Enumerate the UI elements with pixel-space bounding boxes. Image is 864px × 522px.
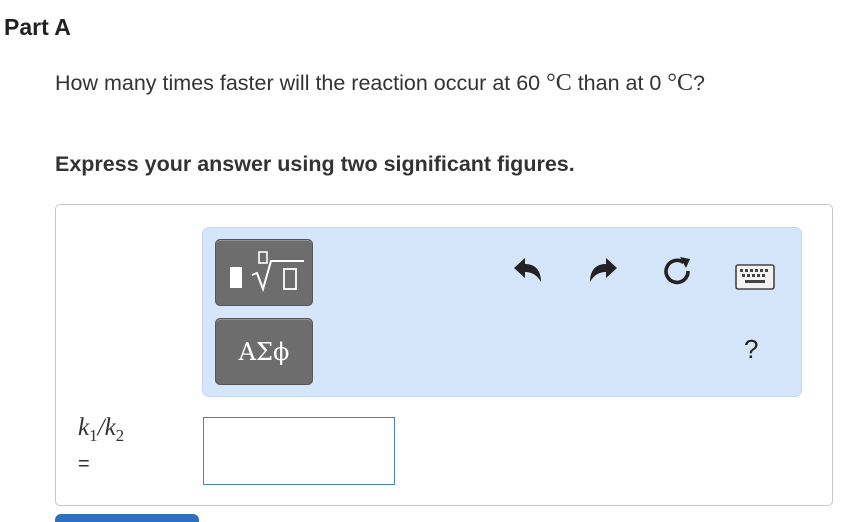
degree-celsius-2: °C — [667, 70, 693, 96]
keyboard-icon — [735, 264, 775, 290]
undo-button[interactable] — [512, 255, 544, 287]
undo-icon — [514, 258, 541, 282]
templates-icon — [230, 251, 304, 293]
redo-icon — [590, 258, 617, 282]
answer-input[interactable] — [203, 417, 395, 485]
question-text: How many times faster will the reaction … — [55, 68, 815, 98]
k1-subscript: 1 — [89, 426, 98, 445]
equals-sign: = — [78, 453, 90, 475]
help-button[interactable]: ? — [744, 334, 758, 365]
reset-icon — [664, 257, 690, 285]
question-text-end: ? — [692, 71, 705, 95]
k1-label: k — [78, 414, 90, 441]
question-text-start: How many times faster will the reaction … — [55, 71, 547, 95]
k2-label: k — [104, 414, 116, 441]
redo-button[interactable] — [587, 255, 619, 287]
question-text-middle: than at 0 — [571, 71, 668, 95]
slash-label: / — [97, 414, 105, 441]
keyboard-button[interactable] — [735, 264, 775, 290]
instruction-text: Express your answer using two significan… — [55, 152, 575, 176]
part-title: Part A — [4, 14, 71, 40]
submit-button[interactable] — [55, 514, 199, 522]
answer-label: k1/k2 — [78, 414, 124, 446]
greek-symbols-label: ΑΣϕ — [238, 337, 290, 366]
templates-button[interactable] — [215, 239, 313, 306]
k2-subscript: 2 — [115, 426, 125, 445]
degree-celsius-1: °C — [546, 70, 572, 96]
greek-symbols-button[interactable]: ΑΣϕ — [215, 318, 313, 385]
reset-button[interactable] — [660, 254, 694, 288]
